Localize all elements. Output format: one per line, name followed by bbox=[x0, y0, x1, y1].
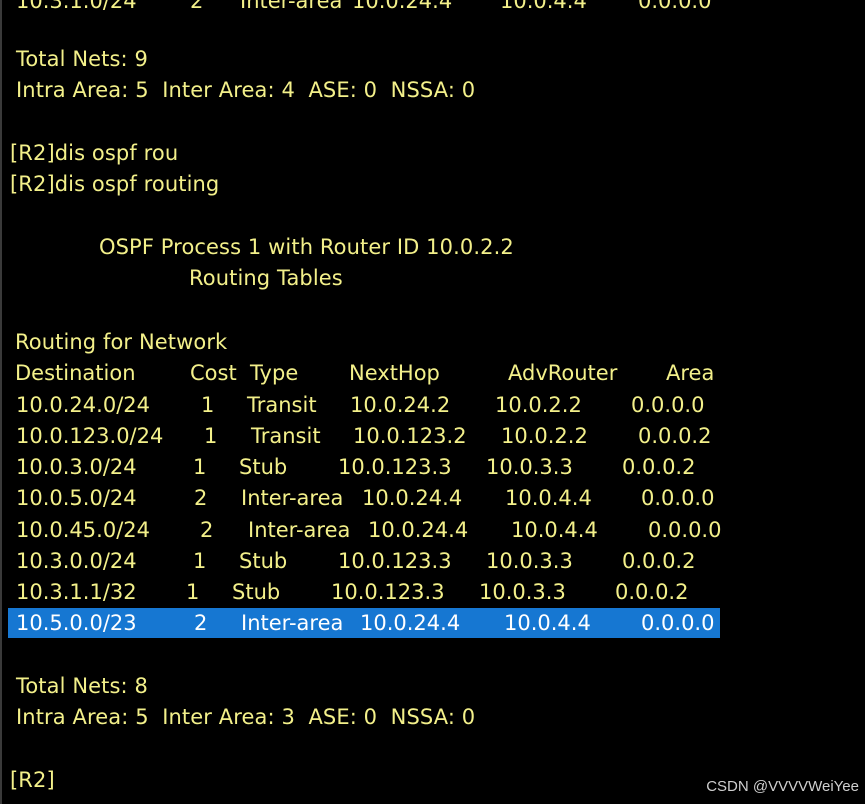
route-area: 0.0.0.2 bbox=[615, 580, 689, 604]
route-cost: 2 bbox=[200, 518, 214, 542]
column-destination: Destination bbox=[15, 361, 136, 385]
route-advrouter: 10.0.3.3 bbox=[486, 455, 573, 479]
route-destination: 10.3.0.0/24 bbox=[16, 549, 137, 573]
column-area: Area bbox=[666, 361, 715, 385]
route-advrouter: 10.0.4.4 bbox=[511, 518, 598, 542]
cut-off-route-row: 10.3.1.0/24 2 Inter-area 10.0.24.4 10.0.… bbox=[8, 0, 720, 16]
route-area: 0.0.0.2 bbox=[622, 455, 696, 479]
route-nexthop: 10.0.24.2 bbox=[350, 393, 451, 417]
route-advrouter: 10.0.4.4 bbox=[500, 0, 587, 13]
route-nexthop: 10.0.24.4 bbox=[352, 0, 453, 13]
route-row[interactable]: 10.0.24.0/24 1 Transit 10.0.24.2 10.0.2.… bbox=[8, 390, 720, 420]
route-area: 0.0.0.0 bbox=[638, 0, 712, 13]
route-destination: 10.0.3.0/24 bbox=[16, 455, 137, 479]
route-table-header: Destination Cost Type NextHop AdvRouter … bbox=[8, 358, 720, 388]
route-cost: 2 bbox=[194, 611, 208, 635]
route-destination: 10.5.0.0/23 bbox=[16, 611, 137, 635]
route-cost: 1 bbox=[201, 393, 215, 417]
route-type: Transit bbox=[247, 393, 317, 417]
route-nexthop: 10.0.123.3 bbox=[331, 580, 445, 604]
column-type: Type bbox=[250, 361, 299, 385]
route-advrouter: 10.0.3.3 bbox=[479, 580, 566, 604]
route-type: Stub bbox=[232, 580, 281, 604]
route-destination: 10.3.1.1/32 bbox=[16, 580, 137, 604]
column-cost: Cost bbox=[190, 361, 237, 385]
route-area: 0.0.0.2 bbox=[638, 424, 712, 448]
route-nexthop: 10.0.24.4 bbox=[360, 611, 461, 635]
route-type: Inter-area bbox=[241, 486, 344, 510]
route-type: Stub bbox=[239, 455, 288, 479]
route-area: 0.0.0.0 bbox=[641, 611, 715, 635]
route-area: 0.0.0.0 bbox=[648, 518, 722, 542]
command-line: [R2]dis ospf rou bbox=[10, 141, 179, 165]
route-destination: 10.3.1.0/24 bbox=[16, 0, 137, 13]
route-cost: 1 bbox=[204, 424, 218, 448]
column-nexthop: NextHop bbox=[349, 361, 440, 385]
route-nexthop: 10.0.123.3 bbox=[338, 455, 452, 479]
route-nexthop: 10.0.123.3 bbox=[338, 549, 452, 573]
route-advrouter: 10.0.2.2 bbox=[501, 424, 588, 448]
route-nexthop: 10.0.123.2 bbox=[353, 424, 467, 448]
route-nexthop: 10.0.24.4 bbox=[362, 486, 463, 510]
route-cost: 1 bbox=[186, 580, 200, 604]
section-title: Routing for Network bbox=[15, 330, 228, 354]
route-destination: 10.0.45.0/24 bbox=[16, 518, 150, 542]
route-row[interactable]: 10.3.0.0/24 1 Stub 10.0.123.3 10.0.3.3 0… bbox=[8, 546, 720, 576]
route-row[interactable]: 10.0.45.0/24 2 Inter-area 10.0.24.4 10.0… bbox=[8, 515, 722, 545]
route-cost: 2 bbox=[194, 486, 208, 510]
route-nexthop: 10.0.24.4 bbox=[368, 518, 469, 542]
route-advrouter: 10.0.4.4 bbox=[505, 486, 592, 510]
route-advrouter: 10.0.3.3 bbox=[486, 549, 573, 573]
route-row[interactable]: 10.0.123.0/24 1 Transit 10.0.123.2 10.0.… bbox=[8, 421, 720, 451]
route-cost: 1 bbox=[193, 455, 207, 479]
route-cost: 2 bbox=[190, 0, 204, 13]
route-row[interactable]: 10.0.3.0/24 1 Stub 10.0.123.3 10.0.3.3 0… bbox=[8, 452, 720, 482]
previous-area-summary: Intra Area: 5 Inter Area: 4 ASE: 0 NSSA:… bbox=[16, 78, 476, 102]
column-advrouter: AdvRouter bbox=[508, 361, 618, 385]
routing-tables-heading: Routing Tables bbox=[189, 266, 343, 290]
terminal-output[interactable]: 10.3.1.0/24 2 Inter-area 10.0.24.4 10.0.… bbox=[0, 0, 865, 804]
route-area: 0.0.0.2 bbox=[622, 549, 696, 573]
ospf-process-heading: OSPF Process 1 with Router ID 10.0.2.2 bbox=[99, 235, 514, 259]
total-nets: Total Nets: 8 bbox=[16, 674, 148, 698]
previous-total-nets: Total Nets: 9 bbox=[16, 47, 148, 71]
route-destination: 10.0.123.0/24 bbox=[16, 424, 164, 448]
route-destination: 10.0.5.0/24 bbox=[16, 486, 137, 510]
route-area: 0.0.0.0 bbox=[631, 393, 705, 417]
route-row-selected[interactable]: 10.5.0.0/23 2 Inter-area 10.0.24.4 10.0.… bbox=[8, 608, 720, 638]
route-area: 0.0.0.0 bbox=[641, 486, 715, 510]
route-cost: 1 bbox=[193, 549, 207, 573]
route-type: Stub bbox=[239, 549, 288, 573]
route-advrouter: 10.0.2.2 bbox=[495, 393, 582, 417]
area-summary: Intra Area: 5 Inter Area: 3 ASE: 0 NSSA:… bbox=[16, 705, 476, 729]
route-row[interactable]: 10.3.1.1/32 1 Stub 10.0.123.3 10.0.3.3 0… bbox=[8, 577, 720, 607]
route-type: Inter-area bbox=[248, 518, 351, 542]
command-prompt[interactable]: [R2] bbox=[10, 767, 55, 793]
route-type: Inter-area bbox=[241, 611, 344, 635]
command-line: [R2]dis ospf routing bbox=[10, 172, 220, 196]
csdn-watermark: CSDN @VVVVWeiYee bbox=[706, 778, 859, 795]
route-advrouter: 10.0.4.4 bbox=[504, 611, 591, 635]
route-type: Inter-area bbox=[240, 0, 343, 13]
route-row[interactable]: 10.0.5.0/24 2 Inter-area 10.0.24.4 10.0.… bbox=[8, 483, 720, 513]
route-type: Transit bbox=[251, 424, 321, 448]
route-destination: 10.0.24.0/24 bbox=[16, 393, 150, 417]
